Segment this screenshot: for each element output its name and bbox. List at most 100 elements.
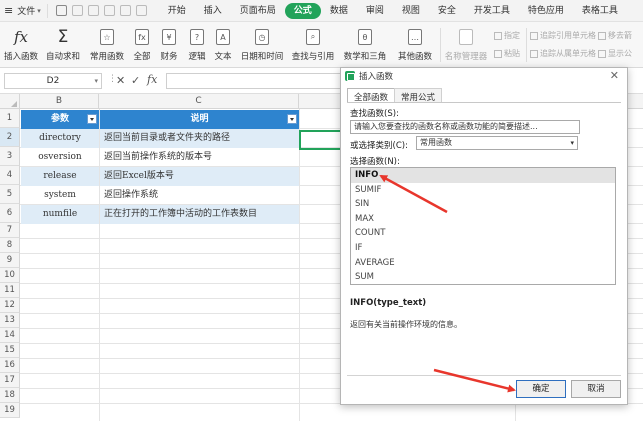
function-list[interactable]: INFO SUMIF SIN MAX COUNT IF AVERAGE SUM (350, 167, 616, 285)
paste-button[interactable]: 粘贴 (494, 48, 520, 59)
row-header[interactable]: 11 (0, 283, 20, 298)
finance-label: 财务 (160, 52, 178, 62)
save-icon[interactable] (55, 5, 67, 16)
tab-table-tools[interactable]: 表格工具 (573, 3, 627, 19)
list-item[interactable]: COUNT (351, 226, 615, 241)
redo-icon[interactable] (135, 5, 147, 16)
table-cell-desc[interactable]: 正在打开的工作簿中活动的工作表数目 (100, 205, 299, 224)
list-item[interactable]: INFO (351, 168, 615, 183)
fx-icon[interactable]: fx (147, 73, 157, 86)
list-item[interactable]: MAX (351, 212, 615, 227)
row-header[interactable]: 19 (0, 403, 20, 418)
autosum-button[interactable]: Σ 自动求和 (44, 22, 82, 68)
search-input[interactable]: 请输入您要查找的函数名称或函数功能的简要描述... (350, 120, 580, 134)
table-cell-param[interactable]: release (21, 167, 99, 186)
category-select[interactable]: 常用函数 ▾ (416, 136, 578, 150)
row-header[interactable]: 1 (0, 109, 20, 128)
table-cell-param[interactable]: numfile (21, 205, 99, 224)
common-functions-button[interactable]: ☆ 常用函数 (88, 22, 126, 68)
row-header[interactable]: 10 (0, 268, 20, 283)
table-cell-desc[interactable]: 返回当前目录或者文件夹的路径 (100, 129, 299, 148)
row-header[interactable]: 16 (0, 358, 20, 373)
all-functions-button[interactable]: fx 全部 (131, 22, 153, 68)
tab-all-functions[interactable]: 全部函数 (347, 88, 396, 103)
show-formulas-button[interactable]: 显示公 (598, 48, 632, 59)
dialog-titlebar[interactable]: 插入函数 ✕ (341, 68, 627, 84)
row-header[interactable]: 4 (0, 166, 20, 185)
table-cell-desc[interactable]: 返回Excel版本号 (100, 167, 299, 186)
table-cell-param[interactable]: directory (21, 129, 99, 148)
tab-developer[interactable]: 开发工具 (465, 3, 519, 19)
spreadsheet-app-icon (345, 71, 355, 81)
remove-arrows-button[interactable]: 移去箭 (598, 30, 632, 41)
tab-insert[interactable]: 插入 (195, 3, 231, 19)
trace-dependents-button[interactable]: 追踪从属单元格 (530, 48, 596, 59)
row-header[interactable]: 17 (0, 373, 20, 388)
row-header[interactable]: 14 (0, 328, 20, 343)
select-all-corner[interactable] (0, 94, 20, 109)
row-header[interactable]: 8 (0, 238, 20, 253)
math-button[interactable]: θ 数学和三角 (342, 22, 388, 68)
row-header[interactable]: 15 (0, 343, 20, 358)
row-header[interactable]: 3 (0, 147, 20, 166)
tab-formulas[interactable]: 公式 (284, 2, 321, 19)
table-cell-desc[interactable]: 返回操作系统 (100, 186, 299, 205)
export-icon[interactable] (71, 5, 83, 16)
list-item[interactable]: SIN (351, 197, 615, 212)
cancel-icon[interactable]: ✕ (116, 74, 125, 87)
name-box[interactable]: D2 ▾ (4, 73, 102, 89)
tab-page-layout[interactable]: 页面布局 (231, 3, 285, 19)
chevron-down-icon: ▾ (37, 6, 41, 15)
confirm-icon[interactable]: ✓ (131, 74, 140, 87)
row-header[interactable]: 13 (0, 313, 20, 328)
table-cell-desc[interactable]: 返回当前操作系统的版本号 (100, 148, 299, 167)
list-item[interactable]: SUMIF (351, 183, 615, 198)
name-manager-button[interactable]: 名称管理器 (444, 22, 488, 68)
cancel-button[interactable]: 取消 (571, 380, 621, 398)
lookup-button[interactable]: ⌕ 查找与引用 (290, 22, 336, 68)
table-cell-param[interactable]: osversion (21, 148, 99, 167)
trace-precedents-button[interactable]: 追踪引用单元格 (530, 30, 596, 41)
row-header[interactable]: 12 (0, 298, 20, 313)
row-header[interactable]: 18 (0, 388, 20, 403)
column-header-b[interactable]: B (20, 94, 99, 109)
filter-dropdown-icon[interactable] (287, 114, 297, 124)
show-formulas-icon (598, 49, 606, 58)
row-header[interactable]: 5 (0, 185, 20, 204)
row-header[interactable]: 9 (0, 253, 20, 268)
list-item[interactable]: SUM (351, 270, 615, 284)
active-cell-d2[interactable] (299, 130, 343, 150)
list-item[interactable]: IF (351, 241, 615, 256)
print-icon[interactable] (87, 5, 99, 16)
other-functions-button[interactable]: … 其他函数 (394, 22, 436, 68)
row-header[interactable]: 6 (0, 204, 20, 223)
formula-input[interactable] (166, 73, 342, 89)
table-cell-param[interactable]: system (21, 186, 99, 205)
tab-view[interactable]: 视图 (393, 3, 429, 19)
list-item[interactable]: AVERAGE (351, 256, 615, 271)
finance-button[interactable]: ¥ 财务 (158, 22, 180, 68)
filter-dropdown-icon[interactable] (87, 114, 97, 124)
logic-button[interactable]: ? 逻辑 (186, 22, 208, 68)
text-functions-button[interactable]: A 文本 (212, 22, 234, 68)
column-header-c[interactable]: C (99, 94, 299, 109)
row-header[interactable]: 2 (0, 128, 20, 147)
tab-security[interactable]: 安全 (429, 3, 465, 19)
row-header[interactable]: 7 (0, 223, 20, 238)
close-icon[interactable]: ✕ (610, 69, 619, 82)
logic-icon: ? (190, 29, 204, 45)
table-header-desc[interactable]: 说明 (100, 110, 299, 129)
tab-data[interactable]: 数据 (321, 3, 357, 19)
tab-special[interactable]: 特色应用 (519, 3, 573, 19)
preview-icon[interactable] (103, 5, 115, 16)
undo-icon[interactable] (119, 5, 131, 16)
define-button[interactable]: 指定 (494, 30, 520, 41)
tab-home[interactable]: 开始 (159, 3, 195, 19)
insert-function-button[interactable]: fx 插入函数 (4, 22, 38, 68)
tab-review[interactable]: 审阅 (357, 3, 393, 19)
tab-common-formulas[interactable]: 常用公式 (394, 88, 443, 103)
show-formulas-label: 显示公 (608, 49, 632, 58)
datetime-button[interactable]: ◷ 日期和时间 (240, 22, 284, 68)
ok-button[interactable]: 确定 (516, 380, 566, 398)
file-menu[interactable]: ≡ 文件 ▾ (0, 0, 47, 22)
